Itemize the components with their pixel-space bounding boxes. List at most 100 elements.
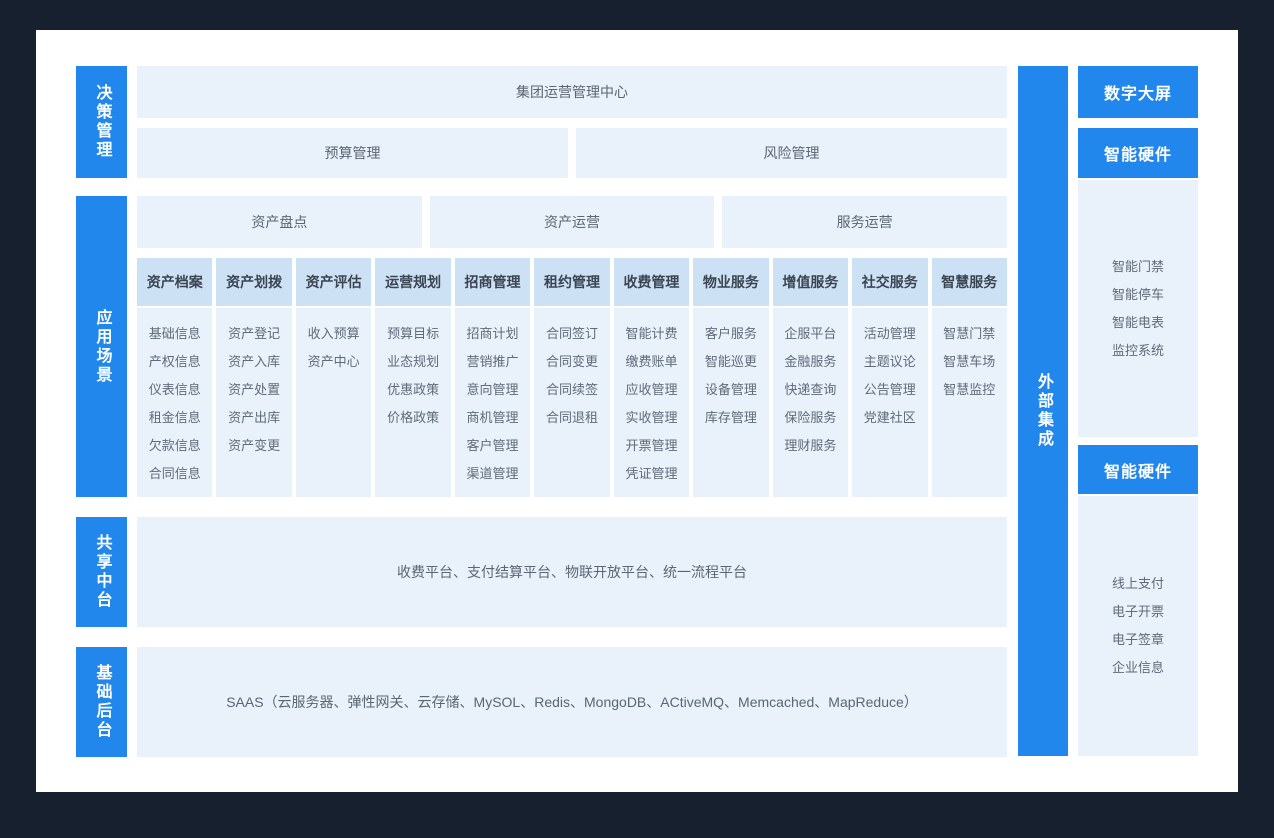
column-item: 客户服务 [693,320,768,348]
column-item: 设备管理 [693,376,768,404]
smart-hardware-panel-2: 线上支付电子开票电子签章企业信息 [1078,496,1198,756]
architecture-diagram-card: 决策管理 应用场景 共享中台 基础后台 集团运营管理中心 预算管理 风险管理 资… [36,30,1238,792]
application-column: 租约管理 合同签订合同变更合同续签合同退租 [534,258,609,497]
layer-label-decision-management: 决策管理 [76,66,127,178]
layer-label-application-scenarios: 应用场景 [76,196,127,497]
application-column: 增值服务 企服平台金融服务快递查询保险服务理财服务 [773,258,848,497]
column-item: 智能巡更 [693,348,768,376]
layer-label-text: 共享中台 [94,534,110,610]
box-shared-platform-content: 收费平台、支付结算平台、物联开放平台、统一流程平台 [137,517,1007,627]
column-header: 资产划拨 [216,258,291,306]
group-header-asset-operation: 资产运营 [430,196,715,248]
smart-hardware-item: 电子开票 [1112,598,1164,626]
column-header: 资产档案 [137,258,212,306]
application-column: 社交服务 活动管理主题议论公告管理党建社区 [852,258,927,497]
column-header: 租约管理 [534,258,609,306]
column-item: 智能计费 [614,320,689,348]
column-header: 增值服务 [773,258,848,306]
column-item: 凭证管理 [614,460,689,488]
column-body: 资产登记资产入库资产处置资产出库资产变更 [216,308,291,497]
column-item: 资产出库 [216,404,291,432]
layer-label-shared-platform: 共享中台 [76,517,127,627]
column-item: 智慧监控 [932,376,1007,404]
column-item: 业态规划 [375,348,450,376]
column-item: 合同续签 [534,376,609,404]
smart-hardware-header-2: 智能硬件 [1078,445,1198,494]
column-item: 预算目标 [375,320,450,348]
column-item: 资产变更 [216,432,291,460]
smart-hardware-item: 企业信息 [1112,654,1164,682]
column-item: 基础信息 [137,320,212,348]
column-item: 资产处置 [216,376,291,404]
column-body: 智能计费缴费账单应收管理实收管理开票管理凭证管理 [614,308,689,497]
layer-label-text: 决策管理 [94,84,110,160]
column-body: 智慧门禁智慧车场智慧监控 [932,308,1007,497]
application-column: 收费管理 智能计费缴费账单应收管理实收管理开票管理凭证管理 [614,258,689,497]
column-header: 智慧服务 [932,258,1007,306]
box-budget-management: 预算管理 [137,128,568,178]
column-item: 营销推广 [455,348,530,376]
box-risk-management: 风险管理 [576,128,1007,178]
smart-hardware-item: 电子签章 [1112,626,1164,654]
column-item: 实收管理 [614,404,689,432]
column-item: 库存管理 [693,404,768,432]
column-item: 合同签订 [534,320,609,348]
column-item: 产权信息 [137,348,212,376]
page-background: 决策管理 应用场景 共享中台 基础后台 集团运营管理中心 预算管理 风险管理 资… [0,0,1274,838]
column-header: 运营规划 [375,258,450,306]
group-header-asset-inventory: 资产盘点 [137,196,422,248]
column-item: 快递查询 [773,376,848,404]
column-item: 资产登记 [216,320,291,348]
column-item: 金融服务 [773,348,848,376]
column-item: 合同退租 [534,404,609,432]
smart-hardware-item: 智能门禁 [1112,253,1164,281]
application-column: 招商管理 招商计划营销推广意向管理商机管理客户管理渠道管理 [455,258,530,497]
smart-hardware-header-1: 智能硬件 [1078,128,1198,178]
column-item: 主题议论 [852,348,927,376]
column-item: 合同信息 [137,460,212,488]
column-item: 保险服务 [773,404,848,432]
column-header: 物业服务 [693,258,768,306]
column-item: 客户管理 [455,432,530,460]
application-column: 资产档案 基础信息产权信息仪表信息租金信息欠款信息合同信息 [137,258,212,497]
column-body: 活动管理主题议论公告管理党建社区 [852,308,927,497]
smart-hardware-item: 智能停车 [1112,281,1164,309]
column-item: 智慧车场 [932,348,1007,376]
column-header: 收费管理 [614,258,689,306]
column-body: 合同签订合同变更合同续签合同退租 [534,308,609,497]
column-item: 资产入库 [216,348,291,376]
column-item: 渠道管理 [455,460,530,488]
column-item: 缴费账单 [614,348,689,376]
application-column: 资产评估 收入预算资产中心 [296,258,371,497]
smart-hardware-item: 智能电表 [1112,309,1164,337]
digital-big-screen-header: 数字大屏 [1078,66,1198,118]
column-body: 客户服务智能巡更设备管理库存管理 [693,308,768,497]
column-body: 招商计划营销推广意向管理商机管理客户管理渠道管理 [455,308,530,497]
column-header: 资产评估 [296,258,371,306]
smart-hardware-panel-1: 智能门禁智能停车智能电表监控系统 [1078,180,1198,437]
layer-label-text: 基础后台 [94,664,110,740]
column-item: 智慧门禁 [932,320,1007,348]
column-item: 活动管理 [852,320,927,348]
column-item: 优惠政策 [375,376,450,404]
application-column: 物业服务 客户服务智能巡更设备管理库存管理 [693,258,768,497]
column-item: 公告管理 [852,376,927,404]
application-column: 运营规划 预算目标业态规划优惠政策价格政策 [375,258,450,497]
column-header: 招商管理 [455,258,530,306]
column-item: 意向管理 [455,376,530,404]
group-header-service-operation: 服务运营 [722,196,1007,248]
column-item: 党建社区 [852,404,927,432]
column-item: 收入预算 [296,320,371,348]
column-body: 预算目标业态规划优惠政策价格政策 [375,308,450,497]
column-item: 开票管理 [614,432,689,460]
box-basic-backend-content: SAAS（云服务器、弹性网关、云存储、MySOL、Redis、MongoDB、A… [137,647,1007,757]
column-item: 招商计划 [455,320,530,348]
column-item: 欠款信息 [137,432,212,460]
column-item: 合同变更 [534,348,609,376]
layer-label-text: 应用场景 [94,309,110,385]
column-item: 租金信息 [137,404,212,432]
application-group-headers: 资产盘点 资产运营 服务运营 [137,196,1007,248]
external-integration-bar: 外部集成 [1018,66,1068,756]
layer-label-basic-backend: 基础后台 [76,647,127,757]
smart-hardware-item: 线上支付 [1112,570,1164,598]
